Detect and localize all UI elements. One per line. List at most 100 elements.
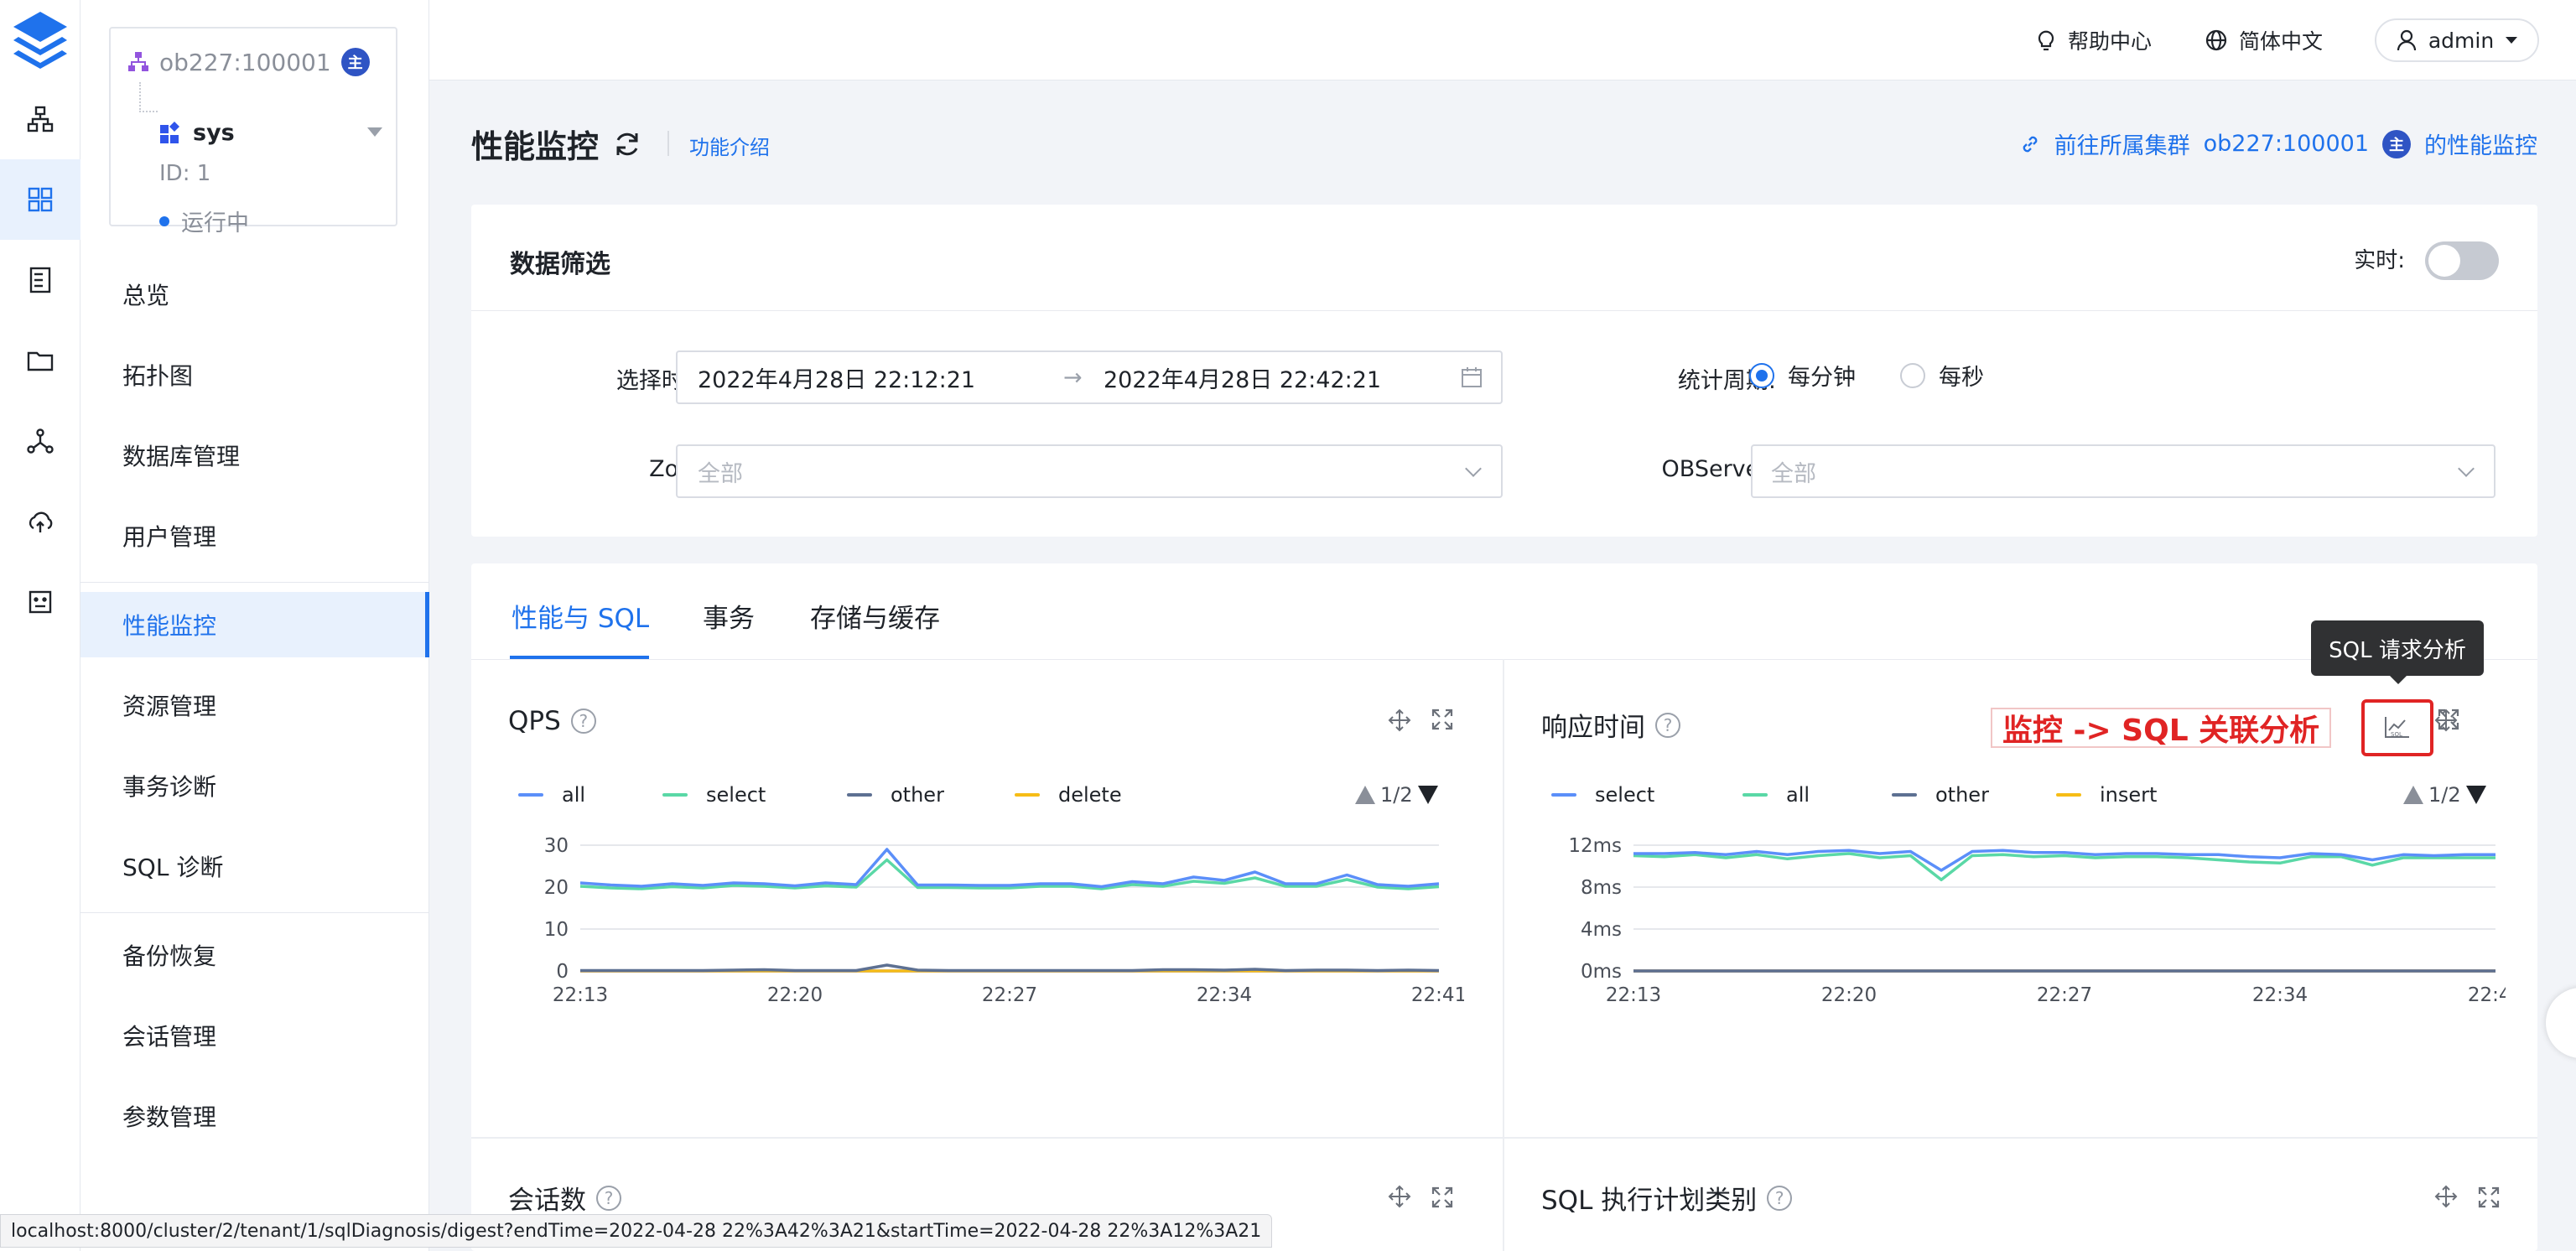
tenant-dropdown-icon[interactable]: [367, 127, 382, 137]
drag-handle-icon[interactable]: [1387, 1184, 1412, 1209]
period-option-second[interactable]: 每秒: [1900, 359, 1984, 392]
primary-badge: 主: [340, 48, 370, 76]
help-icon[interactable]: ?: [596, 1185, 621, 1211]
tooltip-arrow: [2390, 676, 2407, 684]
realtime-toggle[interactable]: [2425, 241, 2499, 280]
pager-up-icon[interactable]: [2403, 786, 2423, 804]
sidebar-item-users[interactable]: 用户管理: [80, 503, 429, 568]
primary-badge: 主: [2382, 129, 2411, 158]
drag-handle-icon[interactable]: [2433, 1184, 2459, 1209]
legend-item-all[interactable]: all: [1742, 783, 1810, 807]
help-center-label: 帮助中心: [2068, 29, 2153, 54]
folder-icon[interactable]: [0, 320, 80, 401]
sql-analysis-button[interactable]: SQL: [2361, 699, 2433, 756]
zone-select[interactable]: 全部: [676, 444, 1503, 498]
top-header: 帮助中心 简体中文 admin: [429, 0, 2576, 80]
cluster-name: ob227:100001: [159, 48, 331, 76]
cloud-backup-icon[interactable]: [0, 481, 80, 562]
cluster-link-suffix: 的性能监控: [2424, 133, 2537, 159]
network-icon[interactable]: [0, 401, 80, 481]
sidebar-item-transactions[interactable]: 事务诊断: [80, 753, 429, 818]
sidebar-item-backup[interactable]: 备份恢复: [80, 922, 429, 988]
tab-transactions[interactable]: 事务: [703, 597, 755, 635]
x-tick-label: 22:27: [982, 984, 1037, 1006]
tenant-dashboard-icon[interactable]: [0, 159, 80, 240]
legend-pager: 1/2: [1355, 783, 1438, 807]
sidebar-item-resources[interactable]: 资源管理: [80, 672, 429, 738]
annotation-label: 监控 -> SQL 关联分析: [1991, 708, 2332, 748]
tenant-status: 运行中: [159, 205, 249, 237]
x-tick-label: 22:34: [1197, 984, 1252, 1006]
drag-handle-icon[interactable]: [1387, 708, 1412, 733]
robot-icon[interactable]: [0, 562, 80, 642]
x-tick-label: 22:13: [1606, 984, 1661, 1006]
legend-item-all[interactable]: all: [518, 783, 585, 807]
help-center-link[interactable]: 帮助中心: [2036, 25, 2152, 55]
legend-label: all: [562, 783, 586, 807]
sidebar-item-parameters[interactable]: 参数管理: [80, 1083, 429, 1149]
pager-down-icon[interactable]: [1417, 786, 1438, 804]
oceanbase-logo-icon[interactable]: [8, 8, 72, 72]
legend-swatch: [1742, 793, 1768, 797]
time-range-picker[interactable]: 2022年4月28日 22:12:21 → 2022年4月28日 22:42:2…: [676, 350, 1503, 404]
sidebar-item-performance[interactable]: 性能监控: [80, 592, 429, 657]
legend-label: other: [1935, 783, 1989, 807]
help-icon[interactable]: ?: [570, 709, 596, 734]
sidebar-divider: [80, 582, 429, 583]
qps-chart[interactable]: 0 10 20 30 22:13 22:20 22:27 22:34 22:41: [508, 823, 1464, 1016]
calendar-icon: [1462, 367, 1482, 387]
fullscreen-icon[interactable]: [1431, 1186, 1454, 1209]
tab-performance-sql[interactable]: 性能与 SQL: [512, 597, 649, 635]
sidebar-item-topology[interactable]: 拓扑图: [80, 342, 429, 407]
panel-divider: [1503, 659, 1504, 1251]
y-tick-label: 12ms: [1568, 835, 1622, 857]
legend-item-delete[interactable]: delete: [1015, 783, 1122, 807]
panel-divider: [471, 1137, 2537, 1139]
series-line-all: [579, 848, 1440, 889]
page-title: 性能监控: [471, 128, 600, 165]
legend-swatch: [1551, 793, 1576, 797]
cluster-icon: [128, 52, 148, 71]
host-icon[interactable]: [0, 240, 80, 320]
legend-item-select[interactable]: select: [662, 783, 766, 807]
help-icon[interactable]: ?: [1767, 1185, 1793, 1211]
sidebar-item-database[interactable]: 数据库管理: [80, 423, 429, 488]
tenant-selector-card[interactable]: ob227:100001 主 sys ID: 1 运行中: [109, 27, 397, 236]
legend-item-insert[interactable]: insert: [2056, 783, 2157, 807]
drag-handle-icon[interactable]: [2433, 708, 2459, 733]
refresh-icon[interactable]: [612, 129, 642, 159]
pager-up-icon[interactable]: [1355, 786, 1375, 804]
feature-intro-link[interactable]: 功能介绍: [689, 131, 770, 160]
sidebar-item-overview[interactable]: 总览: [80, 262, 429, 327]
cluster-topology-icon[interactable]: [0, 79, 80, 159]
legend-item-other[interactable]: other: [847, 783, 944, 807]
y-tick-label: 10: [544, 919, 569, 941]
period-option-minute-label: 每分钟: [1788, 365, 1856, 391]
legend-item-select[interactable]: select: [1551, 783, 1654, 807]
sidebar-item-sql-diagnosis[interactable]: SQL 诊断: [80, 833, 429, 899]
user-menu-button[interactable]: admin: [2375, 18, 2539, 62]
legend-item-other[interactable]: other: [1892, 783, 1989, 807]
sidebar-item-sessions[interactable]: 会话管理: [80, 1003, 429, 1068]
tenant-row[interactable]: sys: [159, 116, 235, 149]
tab-storage-cache[interactable]: 存储与缓存: [810, 597, 940, 635]
legend-swatch: [2056, 793, 2081, 797]
legend-label: select: [1595, 783, 1655, 807]
globe-icon: [2205, 29, 2227, 51]
language-switch[interactable]: 简体中文: [2205, 25, 2323, 55]
legend-swatch: [1015, 793, 1040, 797]
observer-select[interactable]: 全部: [1751, 444, 2496, 498]
fullscreen-icon[interactable]: [2477, 1186, 2501, 1209]
help-icon[interactable]: ?: [1655, 712, 1680, 738]
user-name: admin: [2428, 28, 2495, 53]
legend-label: insert: [2100, 783, 2158, 807]
response-time-legend: select all other insert 1/2: [1541, 783, 2486, 813]
cluster-monitor-link[interactable]: 前往所属集群 ob227:100001 主 的性能监控: [2019, 127, 2537, 160]
period-option-minute[interactable]: 每分钟: [1749, 359, 1856, 392]
y-tick-label: 20: [544, 877, 569, 899]
side-drawer-handle[interactable]: [2546, 988, 2576, 1058]
pager-down-icon[interactable]: [2465, 786, 2486, 804]
fullscreen-icon[interactable]: [1431, 708, 1454, 731]
response-time-chart[interactable]: 0ms 4ms 8ms 12ms 22:13 22:20 22:27 22:34 22:41: [1541, 823, 2506, 1016]
chevron-down-icon: [2506, 37, 2518, 44]
